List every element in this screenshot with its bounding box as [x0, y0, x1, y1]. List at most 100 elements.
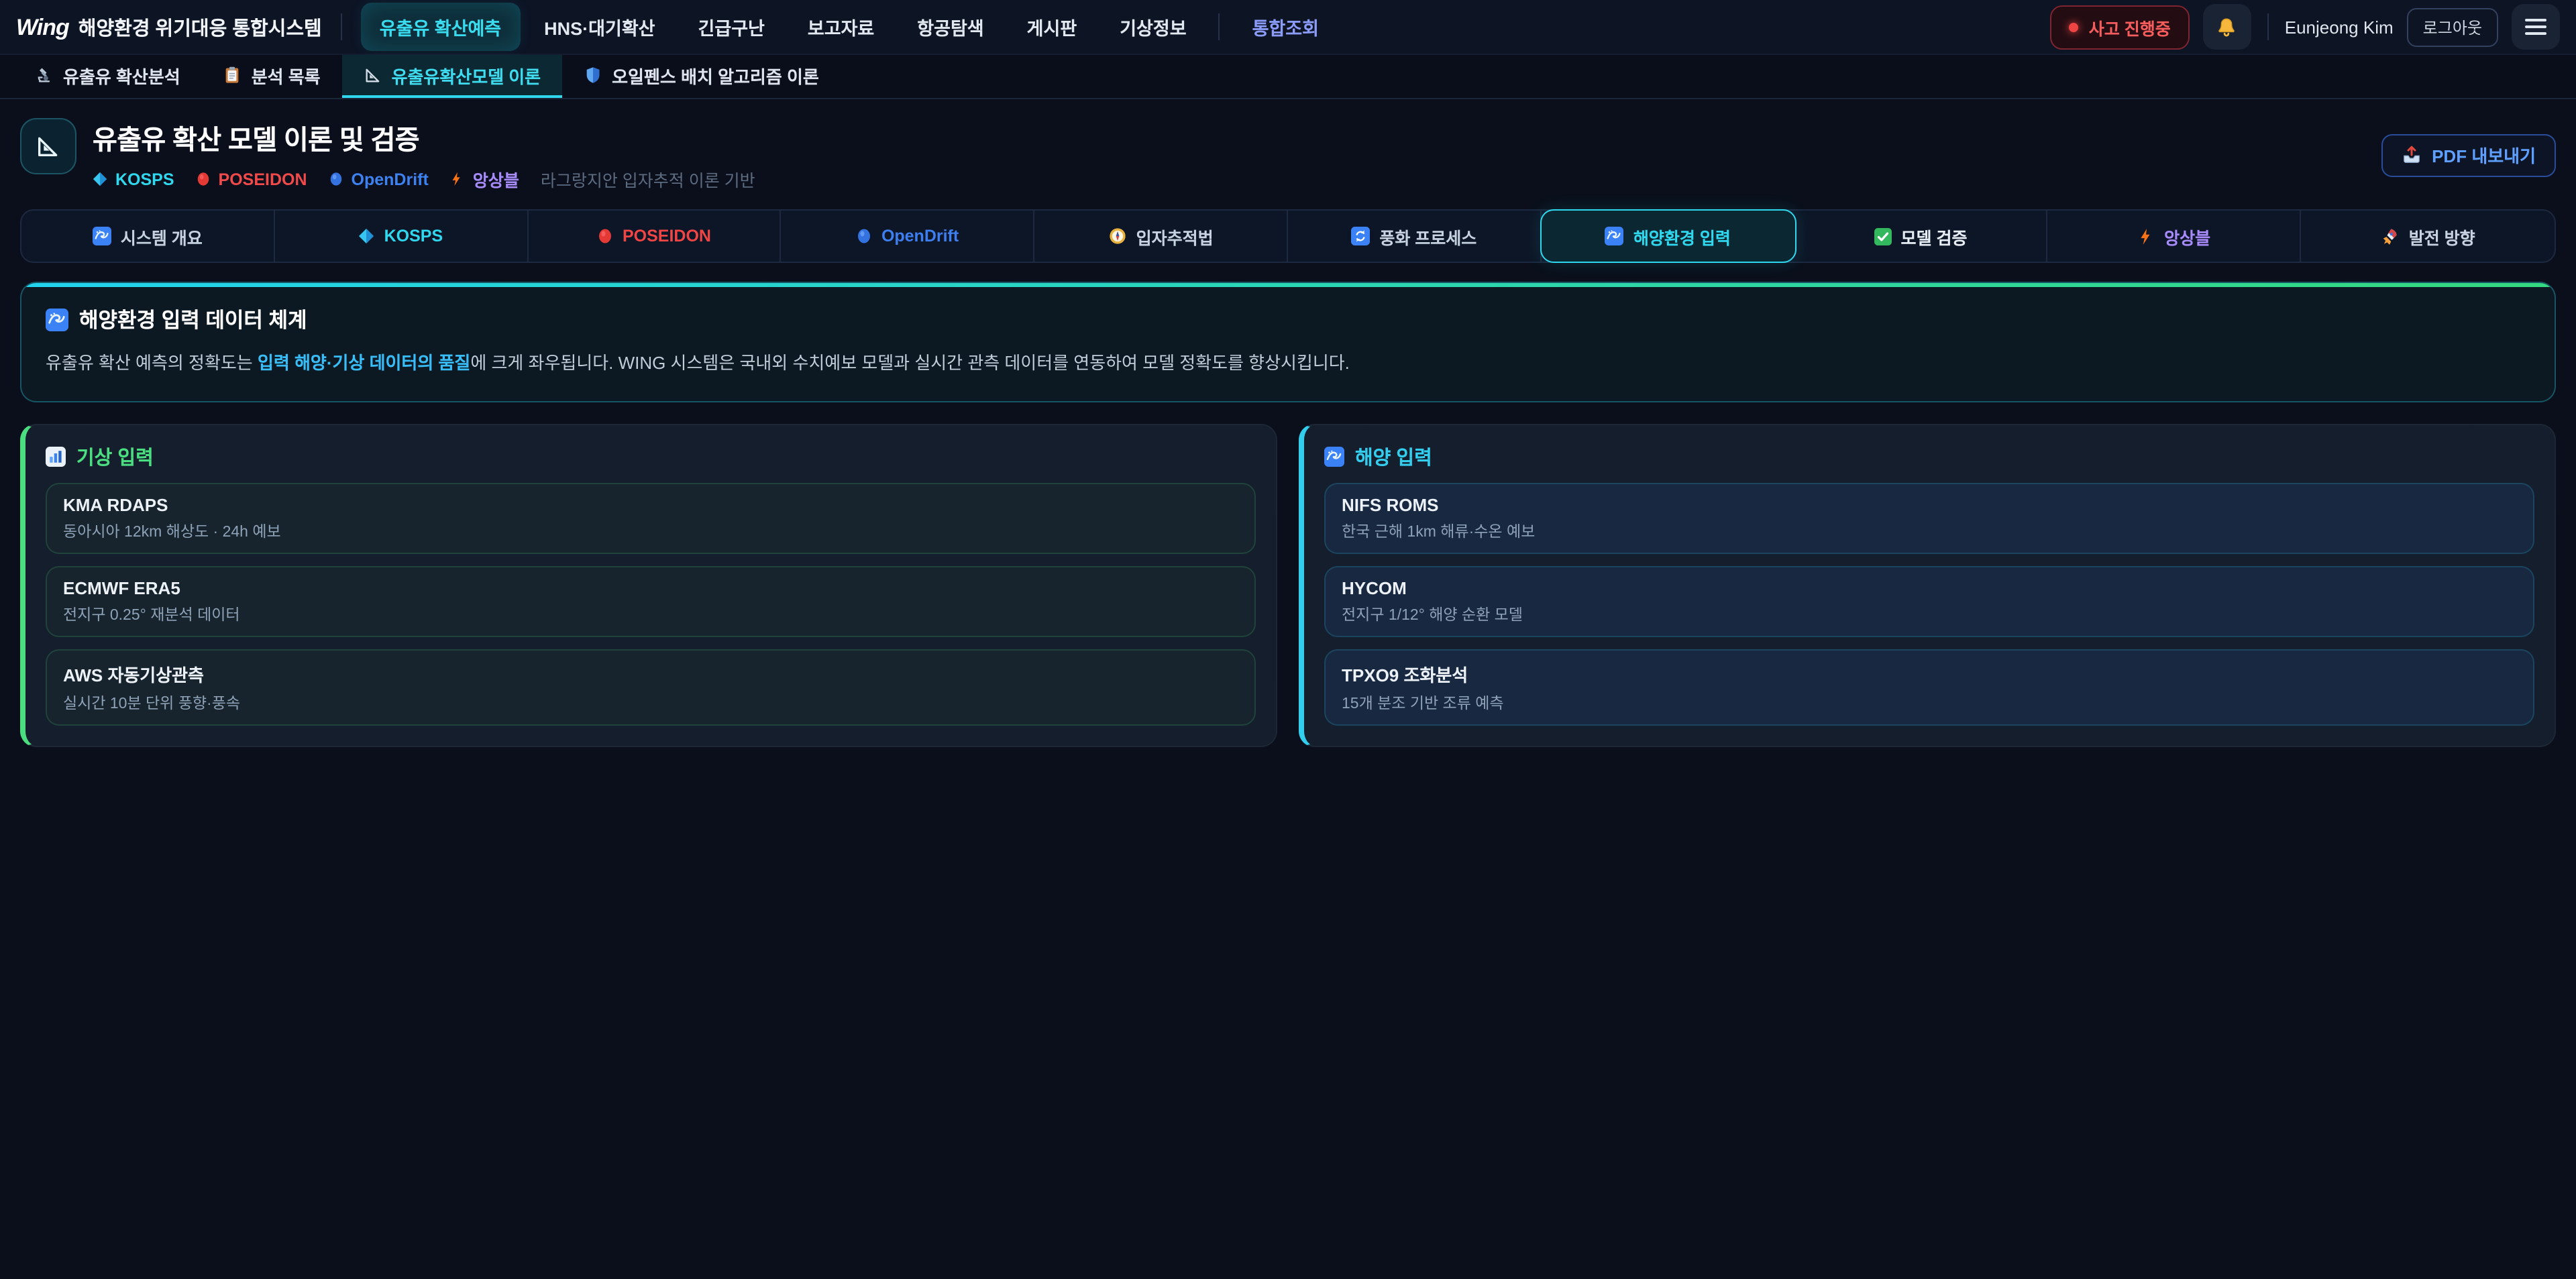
section-kosps[interactable]: KOSPS	[275, 211, 529, 262]
intro-card-title: 해양환경 입력 데이터 체계	[46, 304, 2530, 334]
cycle-icon	[1351, 227, 1370, 245]
data-item-desc: 한국 근해 1km 해류·수온 예보	[1342, 520, 2517, 542]
tab-oil-fence-algorithm-theory[interactable]: 오일펜스 배치 알고리즘 이론	[562, 55, 841, 98]
intro-body: 유출유 확산 예측의 정확도는 입력 해양·기상 데이터의 품질에 크게 좌우됩…	[46, 350, 2530, 377]
badge-label: 앙상블	[473, 166, 519, 192]
bell-icon	[2216, 15, 2239, 38]
intro-text: 유출유 확산 예측의 정확도는	[46, 353, 258, 373]
system-title: 해양환경 위기대응 통합시스템	[78, 13, 322, 41]
lightning-icon	[2137, 227, 2155, 245]
nav-item-emergency-rescue[interactable]: 긴급구난	[680, 3, 784, 51]
section-marine-environment-input[interactable]: 해양환경 입력	[1540, 209, 1796, 263]
wave-icon	[93, 227, 111, 245]
section-particle-tracking[interactable]: 입자추적법	[1034, 211, 1288, 262]
section-weathering-process[interactable]: 풍화 프로세스	[1288, 211, 1542, 262]
section-label: 모델 검증	[1901, 223, 1968, 249]
data-item-desc: 전지구 1/12° 해양 순환 모델	[1342, 604, 2517, 625]
nav-item-board[interactable]: 게시판	[1008, 3, 1096, 51]
weather-input-card: 기상 입력 KMA RDAPS 동아시아 12km 해상도 · 24h 예보 E…	[20, 424, 1277, 747]
section-label: 입자추적법	[1136, 223, 1214, 249]
tab-spill-model-theory[interactable]: 유출유확산모델 이론	[342, 55, 563, 98]
status-dot-icon	[2069, 22, 2078, 32]
tab-label: 분석 목록	[252, 62, 321, 88]
badge-label: OpenDrift	[352, 170, 429, 188]
section-label: OpenDrift	[881, 227, 959, 245]
blue-dot-icon	[329, 172, 343, 186]
set-square-icon	[35, 133, 62, 160]
data-item-name: AWS 자동기상관측	[63, 661, 1238, 687]
data-item-desc: 15개 분조 기반 조류 예측	[1342, 692, 2517, 714]
check-icon	[1874, 227, 1892, 245]
nav-item-oil-spill-prediction[interactable]: 유출유 확산예측	[361, 3, 520, 51]
wave-icon	[1324, 447, 1344, 467]
model-badge-row: KOSPS POSEIDON OpenDrift 앙상블 라그랑지안 입자추	[93, 166, 755, 192]
compass-icon	[1108, 227, 1127, 245]
wave-icon	[46, 308, 68, 331]
section-label: 시스템 개요	[121, 223, 203, 249]
page-header: 유출유 확산 모델 이론 및 검증 KOSPS POSEIDON OpenDri…	[20, 118, 2556, 192]
list-item: KMA RDAPS 동아시아 12km 해상도 · 24h 예보	[46, 483, 1256, 554]
nav-item-aerial-search[interactable]: 항공탐색	[898, 3, 1002, 51]
input-data-cards: 기상 입력 KMA RDAPS 동아시아 12km 해상도 · 24h 예보 E…	[20, 424, 2556, 747]
page-header-text: 유출유 확산 모델 이론 및 검증 KOSPS POSEIDON OpenDri…	[93, 118, 755, 192]
diamond-icon	[93, 172, 107, 186]
card-title-label: 기상 입력	[76, 443, 154, 471]
nav-item-weather-info[interactable]: 기상정보	[1101, 3, 1205, 51]
export-icon	[2401, 145, 2421, 165]
section-system-overview[interactable]: 시스템 개요	[21, 211, 275, 262]
section-future-directions[interactable]: 발전 방향	[2301, 211, 2555, 262]
intro-card: 해양환경 입력 데이터 체계 유출유 확산 예측의 정확도는 입력 해양·기상 …	[20, 282, 2556, 402]
brand-logo: Wing 해양환경 위기대응 통합시스템	[16, 13, 322, 41]
notification-button[interactable]	[2203, 4, 2251, 50]
badge-label: POSEIDON	[219, 170, 307, 188]
clipboard-icon	[223, 66, 242, 85]
red-dot-icon	[597, 228, 613, 244]
divider	[2267, 13, 2269, 40]
list-item: ECMWF ERA5 전지구 0.25° 재분석 데이터	[46, 566, 1256, 637]
menu-button[interactable]	[2512, 4, 2560, 50]
card-title-label: 해양 입력	[1355, 443, 1432, 471]
tab-spill-analysis[interactable]: 유출유 확산분석	[13, 55, 202, 98]
section-opendrift[interactable]: OpenDrift	[782, 211, 1035, 262]
badge-ensemble: 앙상블	[450, 166, 519, 192]
tab-analysis-list[interactable]: 분석 목록	[202, 55, 342, 98]
diamond-icon	[359, 228, 375, 244]
data-item-name: KMA RDAPS	[63, 495, 1238, 515]
badge-label: KOSPS	[115, 170, 174, 188]
data-item-desc: 동아시아 12km 해상도 · 24h 예보	[63, 520, 1238, 542]
section-label: KOSPS	[384, 227, 443, 245]
lightning-icon	[450, 172, 465, 186]
brand-wordmark: Wing	[16, 14, 69, 41]
list-item: AWS 자동기상관측 실시간 10분 단위 풍향·풍속	[46, 649, 1256, 726]
microscope-icon	[35, 66, 54, 85]
section-ensemble[interactable]: 앙상블	[2048, 211, 2302, 262]
data-item-desc: 전지구 0.25° 재분석 데이터	[63, 604, 1238, 625]
nav-item-integrated-search[interactable]: 통합조회	[1234, 3, 1338, 51]
pdf-export-button[interactable]: PDF 내보내기	[2381, 133, 2556, 176]
data-item-name: HYCOM	[1342, 578, 2517, 598]
rocket-icon	[2381, 227, 2400, 245]
section-label: POSEIDON	[623, 227, 711, 245]
intro-text: 에 크게 좌우됩니다. WING 시스템은 국내외 수치예보 모델과 실시간 관…	[470, 353, 1350, 373]
section-label: 해양환경 입력	[1633, 223, 1731, 249]
divider	[1219, 13, 1220, 40]
tab-label: 오일펜스 배치 알고리즘 이론	[612, 62, 819, 88]
nav-item-reports[interactable]: 보고자료	[789, 3, 893, 51]
app-root: Wing 해양환경 위기대응 통합시스템 유출유 확산예측 HNS·대기확산 긴…	[0, 0, 2576, 1279]
logout-button[interactable]: 로그아웃	[2407, 7, 2498, 46]
data-item-name: ECMWF ERA5	[63, 578, 1238, 598]
accent-gradient-bar	[21, 283, 2555, 287]
top-bar: Wing 해양환경 위기대응 통합시스템 유출유 확산예측 HNS·대기확산 긴…	[0, 0, 2576, 55]
data-item-name: NIFS ROMS	[1342, 495, 2517, 515]
pdf-button-label: PDF 내보내기	[2432, 142, 2536, 168]
section-poseidon[interactable]: POSEIDON	[528, 211, 782, 262]
intro-title-text: 해양환경 입력 데이터 체계	[79, 304, 307, 334]
incident-status-badge[interactable]: 사고 진행중	[2050, 5, 2190, 49]
data-item-desc: 실시간 10분 단위 풍향·풍속	[63, 692, 1238, 714]
badge-poseidon: POSEIDON	[196, 170, 307, 188]
nav-item-hns-air-diffusion[interactable]: HNS·대기확산	[525, 3, 674, 51]
ocean-card-title: 해양 입력	[1324, 443, 2534, 471]
page-content: 유출유 확산 모델 이론 및 검증 KOSPS POSEIDON OpenDri…	[0, 118, 2576, 747]
section-model-validation[interactable]: 모델 검증	[1794, 211, 2048, 262]
shield-icon	[584, 66, 602, 85]
